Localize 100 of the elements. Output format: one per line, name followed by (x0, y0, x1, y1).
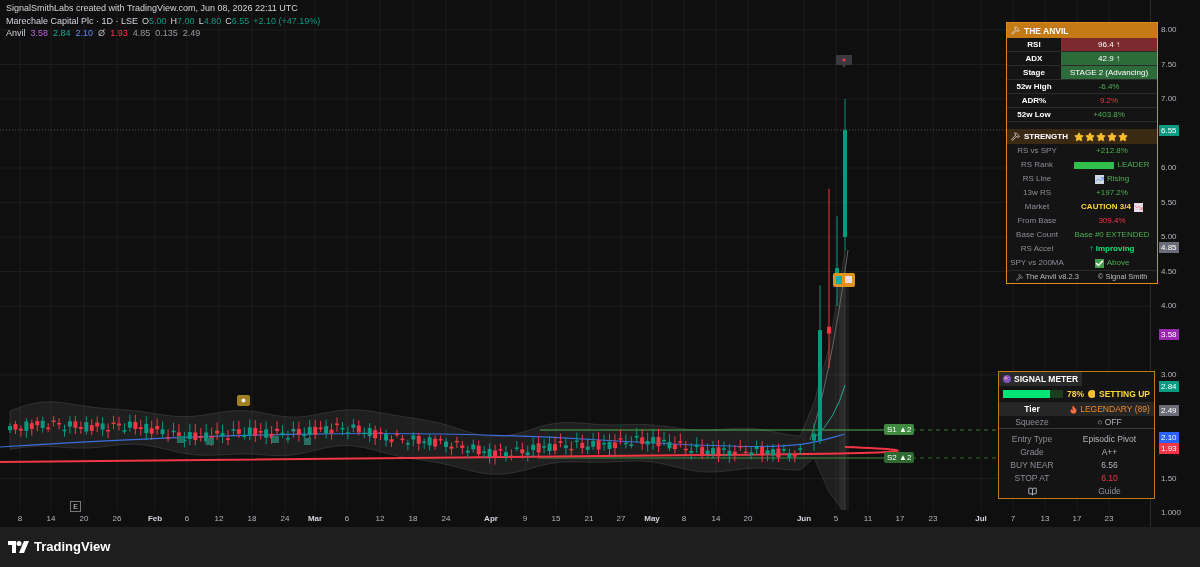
price-badge: 4.85 (1159, 241, 1179, 253)
metric-label: RSI (1026, 39, 1042, 51)
metric-label: 13w RS (1022, 187, 1052, 199)
ohlc-value: 6.55 (231, 16, 250, 27)
falling-chart-icon (1133, 202, 1143, 212)
day-label: 17 (1072, 513, 1082, 525)
meter-percent: 78% (1067, 387, 1085, 401)
day-label: 6 (184, 513, 190, 525)
signal-value: Episodic Pivot (1081, 433, 1138, 446)
indicator-value: 1.93 (110, 28, 128, 39)
signal-marker-icon (833, 273, 855, 287)
day-label: 17 (895, 513, 905, 525)
metric-label: From Base (1016, 215, 1058, 227)
month-label: Mar (307, 513, 323, 525)
signal-label: BUY NEAR (1009, 459, 1055, 472)
day-label: 12 (214, 513, 224, 525)
day-label: 23 (928, 513, 938, 525)
metric-label: ADX (1024, 53, 1044, 65)
metric-value: ↑ Improving (1089, 243, 1135, 255)
price-tick: 4.50 (1161, 266, 1177, 277)
ohlc-label: C (225, 16, 232, 27)
month-label: Jun (796, 513, 812, 525)
day-label: 8 (681, 513, 687, 525)
symbol-title: Marechale Capital Plc · 1D · LSE (6, 16, 139, 27)
indicator-value: 3.58 (30, 28, 49, 39)
price-tick: 4.00 (1161, 301, 1177, 311)
day-label: 6 (344, 513, 350, 525)
price-tick: 6.00 (1161, 163, 1177, 173)
metric-value: 9.2% (1098, 95, 1120, 107)
logo-icon (8, 541, 30, 553)
guide-icon (1027, 487, 1037, 496)
signal-value: 6.56 (1100, 459, 1119, 472)
indicator-value: 0.135 (155, 28, 178, 39)
price-badge: 1.93 (1159, 443, 1179, 455)
price-badge: 6.55 (1159, 124, 1179, 136)
ohlc-label: O (142, 16, 150, 27)
price-tick: 7.00 (1161, 94, 1177, 104)
check-icon (1094, 258, 1104, 268)
price-tick: 7.50 (1161, 59, 1177, 70)
alert-marker-icon (237, 395, 250, 406)
flag-marker-icon (836, 55, 852, 68)
level-tag: S1 ▲2 (884, 424, 915, 435)
level-tag: S2 ▲2 (884, 452, 915, 463)
day-label: 9 (522, 513, 528, 525)
indicator-value: 4.85 (132, 28, 151, 39)
metric-value: +403.8% (1092, 109, 1126, 121)
metric-label: RS vs SPY (1016, 145, 1058, 157)
signal-label: Squeeze (1014, 415, 1050, 429)
brand-name: TradingView (34, 538, 111, 557)
day-label: 23 (1104, 513, 1114, 525)
month-label: May (644, 513, 660, 525)
ohlc-label: L (198, 16, 204, 27)
guide-link[interactable]: Guide (1065, 485, 1154, 498)
price-tick: 3.00 (1161, 370, 1177, 380)
indicator-value: 2.84 (53, 28, 71, 39)
signal-label: Entry Type (1010, 433, 1054, 446)
hammer-icon (1016, 273, 1024, 281)
metric-label: RS Line (1021, 173, 1053, 185)
metric-value: Rising (1106, 173, 1130, 185)
metric-label: RS Rank (1020, 159, 1054, 171)
month-label: Jul (975, 513, 987, 525)
indicator-value: 2.10 (75, 28, 94, 39)
metric-value: STAGE 2 (Advancing) (1061, 66, 1157, 79)
metric-label: 52w Low (1016, 109, 1052, 121)
metric-value: 309.4% (1098, 215, 1126, 227)
hammer-icon (1011, 132, 1020, 141)
price-badge: 2.10 (1159, 431, 1179, 443)
day-label: 21 (584, 513, 594, 525)
panel-title: SIGNAL METER (1014, 372, 1079, 386)
day-label: 18 (247, 513, 257, 525)
metric-value: CAUTION 3/4 (1081, 201, 1131, 213)
hammer-icon (1011, 26, 1020, 35)
rising-chart-icon (1094, 174, 1104, 184)
signal-label: STOP AT (1013, 472, 1051, 485)
tier-label: Tier (1023, 402, 1041, 416)
price-change: +2.10 (+47.19%) (253, 16, 321, 27)
day-label: 15 (551, 513, 561, 525)
month-label: Feb (147, 513, 163, 525)
day-label: 5 (833, 513, 839, 525)
signal-value: ○ OFF (1096, 415, 1123, 429)
day-label: 20 (79, 513, 89, 525)
month-label: Apr (484, 513, 498, 525)
day-label: 18 (408, 513, 418, 525)
day-label: 26 (112, 513, 122, 525)
coin-icon (1088, 390, 1095, 398)
day-label: 8 (17, 513, 23, 525)
metric-value: 96.4 ↑ (1061, 38, 1157, 51)
ohlc-value: 4.80 (203, 16, 222, 27)
signal-value: 6.10 (1100, 472, 1119, 485)
price-badge: 2.84 (1159, 380, 1179, 392)
day-label: 7 (1010, 513, 1016, 525)
day-label: 24 (280, 513, 290, 525)
indicator-name: Anvil (6, 28, 26, 39)
metric-value: +197.2% (1096, 187, 1128, 199)
day-label: 24 (441, 513, 451, 525)
price-tick: 1.50 (1161, 473, 1177, 484)
metric-value: -6.4% (1097, 81, 1121, 93)
panel-title: THE ANVIL (1024, 24, 1069, 38)
orb-icon (1003, 375, 1011, 383)
day-label: 20 (743, 513, 753, 525)
